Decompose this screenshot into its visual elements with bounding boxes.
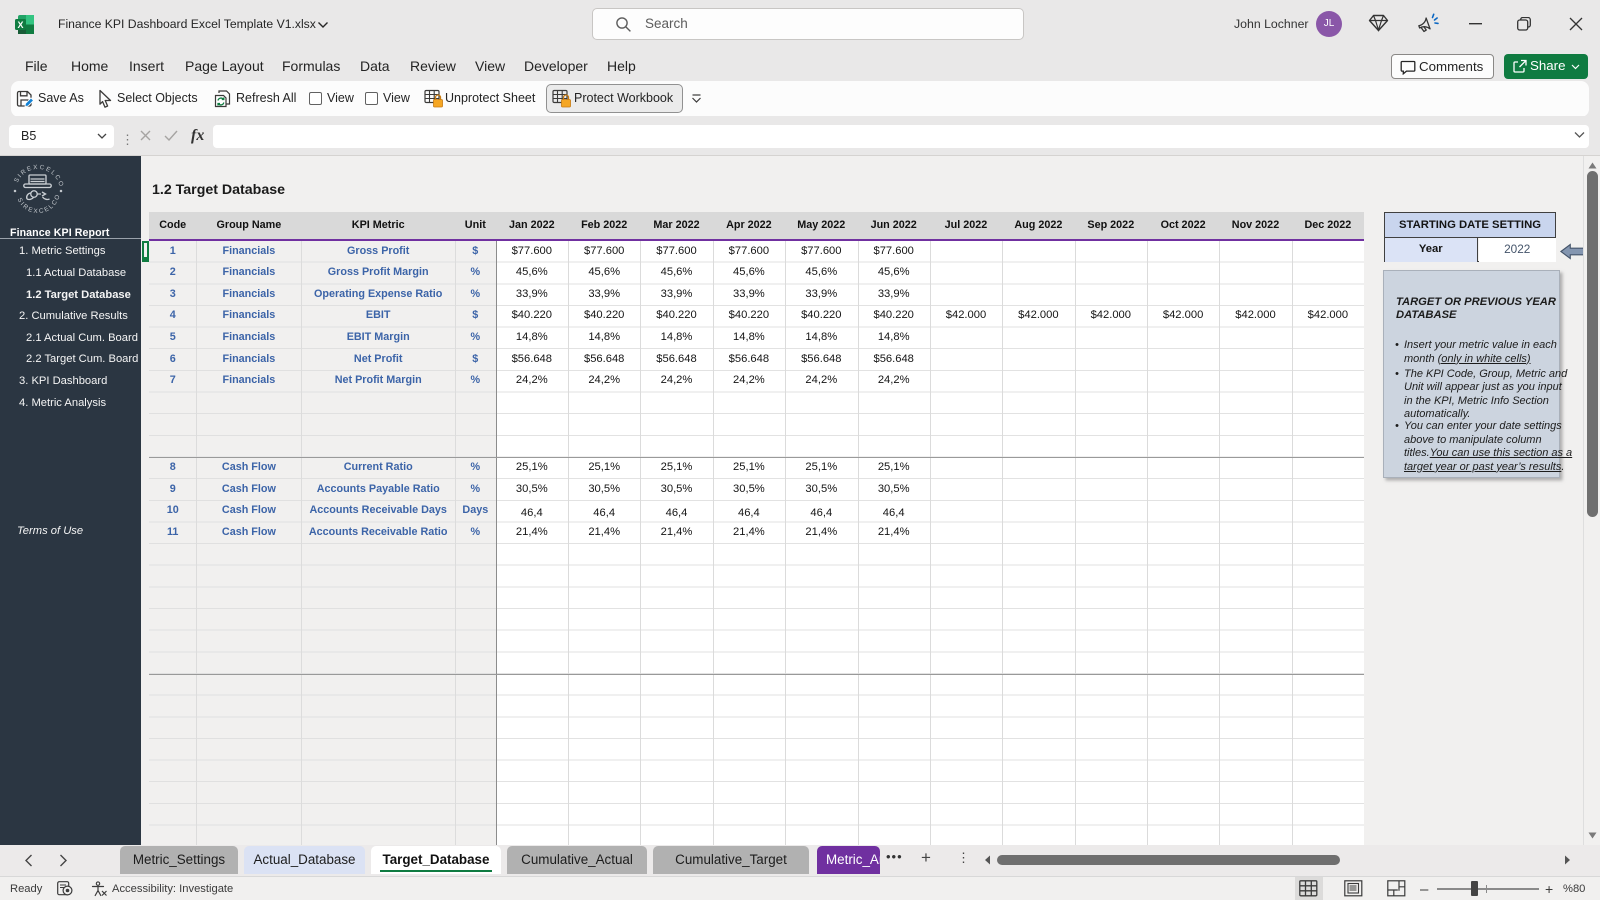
- svg-text:SIREXCELCO: SIREXCELCO: [16, 193, 62, 216]
- svg-text:X: X: [17, 20, 23, 30]
- svg-text:SIREXCELCO: SIREXCELCO: [13, 164, 65, 189]
